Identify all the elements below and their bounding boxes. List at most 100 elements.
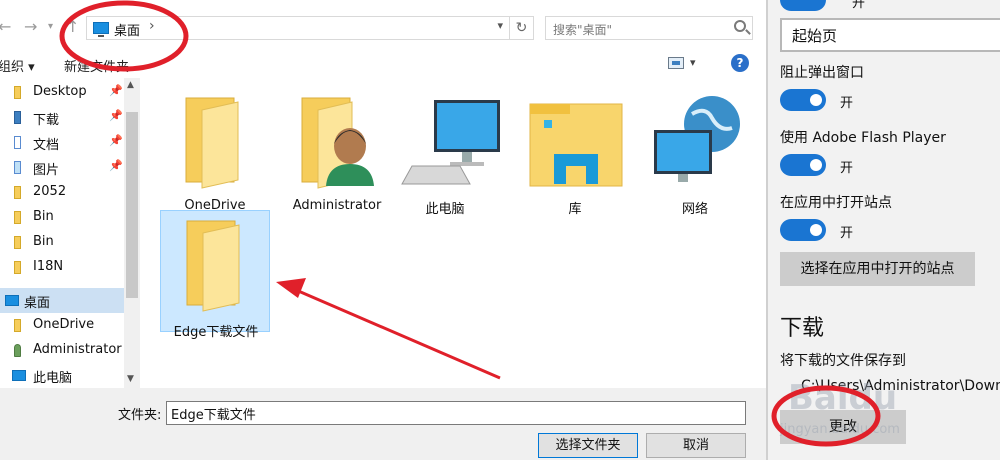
- choose-sites-button[interactable]: 选择在应用中打开的站点: [780, 252, 975, 286]
- nav-item-label: 图片: [33, 163, 60, 178]
- nav-item-label: 桌面: [24, 296, 51, 311]
- user-folder-icon: [301, 97, 374, 189]
- search-input[interactable]: 搜索"桌面": [545, 16, 753, 40]
- file-name: 网络: [681, 202, 708, 217]
- user-icon: [14, 344, 21, 357]
- nav-item-label: Bin: [33, 234, 54, 249]
- nav-item-onedrive[interactable]: OneDrive: [0, 313, 124, 338]
- open-in-app-toggle-text: 开: [840, 226, 854, 241]
- view-options-icon[interactable]: [668, 57, 684, 69]
- scroll-up-icon[interactable]: ▲: [127, 80, 134, 90]
- screenshot-root: ← → ▾ ↑ 桌面 › ▾ ↻ 搜索"桌面" 组织 ▾ 新建文件夹 ▾ ? D…: [0, 0, 1000, 460]
- file-list-area: OneDrive Administrator 此电脑 库 网络 Edge下载文件: [146, 78, 766, 388]
- block-popups-toggle[interactable]: [780, 89, 826, 111]
- nav-item-bin-2[interactable]: Bin: [0, 230, 124, 255]
- block-popups-toggle-text: 开: [840, 96, 854, 111]
- pin-icon: 📌: [109, 134, 123, 147]
- forward-arrow-icon[interactable]: →: [24, 17, 37, 36]
- folder-icon: [14, 186, 21, 199]
- view-dropdown-icon[interactable]: ▾: [690, 56, 696, 69]
- download-folder-icon: [14, 111, 21, 124]
- help-icon[interactable]: ?: [731, 54, 749, 72]
- block-popups-label: 阻止弹出窗口: [780, 65, 864, 81]
- dialog-toolbar: 组织 ▾ 新建文件夹 ▾ ?: [0, 50, 766, 78]
- refresh-button[interactable]: ↻: [510, 16, 534, 40]
- flash-player-toggle-text: 开: [840, 161, 854, 176]
- folder-icon: [186, 220, 240, 312]
- flash-player-label: 使用 Adobe Flash Player: [780, 130, 946, 146]
- file-item-library[interactable]: 库: [520, 88, 630, 217]
- folder-icon: [14, 261, 21, 274]
- scroll-down-icon[interactable]: ▼: [127, 374, 134, 384]
- start-toggle-text: 开: [852, 0, 866, 11]
- back-arrow-icon[interactable]: ←: [0, 17, 11, 36]
- baidu-watermark: Baidu jingyan.baidu.com: [778, 378, 978, 448]
- organize-button[interactable]: 组织 ▾: [0, 56, 35, 75]
- nav-item-label: 2052: [33, 184, 67, 199]
- file-name: Edge下载文件: [173, 325, 259, 340]
- watermark-logo: Baidu: [788, 378, 898, 418]
- nav-item-administrator[interactable]: Administrator: [0, 338, 124, 363]
- nav-item-2052[interactable]: 2052: [0, 180, 124, 205]
- nav-item-pictures[interactable]: 图片 📌: [0, 155, 124, 180]
- search-icon: [734, 20, 746, 32]
- pictures-folder-icon: [14, 161, 21, 174]
- file-item-network[interactable]: 网络: [640, 88, 750, 217]
- search-placeholder: 搜索"桌面": [553, 23, 613, 37]
- folder-field-label: 文件夹:: [118, 408, 162, 423]
- nav-scrollbar[interactable]: ▲ ▼: [124, 78, 140, 388]
- start-toggle[interactable]: [780, 0, 826, 11]
- nav-item-label: 文档: [33, 138, 60, 153]
- nav-item-i18n[interactable]: I18N: [0, 255, 124, 280]
- nav-item-documents[interactable]: 文档 📌: [0, 130, 124, 155]
- address-row: ← → ▾ ↑ 桌面 › ▾ ↻ 搜索"桌面": [0, 0, 766, 50]
- nav-item-desktop[interactable]: Desktop 📌: [0, 80, 124, 105]
- documents-folder-icon: [14, 136, 21, 149]
- folder-picker-dialog: ← → ▾ ↑ 桌面 › ▾ ↻ 搜索"桌面" 组织 ▾ 新建文件夹 ▾ ? D…: [0, 0, 766, 460]
- navigation-pane: Desktop 📌 下载 📌 文档 📌 图片 📌 2052 Bin Bin I1…: [0, 78, 140, 388]
- computer-icon: [401, 100, 500, 185]
- address-bar[interactable]: 桌面 › ▾: [86, 16, 510, 40]
- desktop-folder-icon: [14, 86, 21, 99]
- nav-item-label: Administrator: [33, 342, 122, 357]
- nav-item-label: OneDrive: [33, 317, 95, 332]
- recent-locations-chevron-icon[interactable]: ▾: [48, 21, 53, 32]
- file-item-this-pc[interactable]: 此电脑: [390, 88, 500, 217]
- download-section-heading: 下载: [780, 316, 825, 341]
- cancel-button[interactable]: 取消: [646, 433, 746, 458]
- nav-item-label: 此电脑: [33, 371, 73, 386]
- open-in-app-toggle[interactable]: [780, 219, 826, 241]
- pin-icon: 📌: [109, 159, 123, 172]
- file-item-onedrive[interactable]: OneDrive: [160, 88, 270, 213]
- folder-icon: [14, 319, 21, 332]
- desktop-icon: [93, 22, 109, 37]
- library-icon: [529, 103, 623, 187]
- folder-icon: [14, 211, 21, 224]
- address-location: 桌面: [114, 24, 141, 39]
- pin-icon: 📌: [109, 84, 123, 97]
- file-item-administrator[interactable]: Administrator: [282, 88, 392, 213]
- desktop-icon: [5, 295, 19, 306]
- nav-item-label: Desktop: [33, 84, 87, 99]
- nav-item-bin[interactable]: Bin: [0, 205, 124, 230]
- nav-item-label: I18N: [33, 259, 64, 274]
- up-arrow-icon[interactable]: ↑: [66, 17, 79, 36]
- nav-item-desktop-root[interactable]: 桌面: [0, 288, 124, 313]
- breadcrumb-chevron-icon[interactable]: ›: [149, 18, 155, 34]
- watermark-url: jingyan.baidu.com: [780, 422, 900, 437]
- nav-item-downloads[interactable]: 下载 📌: [0, 105, 124, 130]
- address-dropdown-icon[interactable]: ▾: [497, 19, 503, 32]
- start-page-select[interactable]: 起始页: [780, 18, 1000, 52]
- pin-icon: 📌: [109, 109, 123, 122]
- file-item-edge-downloads[interactable]: Edge下载文件: [160, 210, 270, 340]
- folder-name-input[interactable]: [166, 401, 746, 425]
- open-in-app-label: 在应用中打开站点: [780, 195, 892, 211]
- select-folder-button[interactable]: 选择文件夹: [538, 433, 638, 458]
- new-folder-button[interactable]: 新建文件夹: [64, 56, 129, 75]
- folder-icon: [185, 97, 239, 189]
- nav-item-this-pc[interactable]: 此电脑: [0, 363, 124, 388]
- flash-player-toggle[interactable]: [780, 154, 826, 176]
- scroll-thumb[interactable]: [126, 112, 138, 298]
- nav-item-label: 下载: [33, 113, 60, 128]
- file-name: 库: [568, 202, 582, 217]
